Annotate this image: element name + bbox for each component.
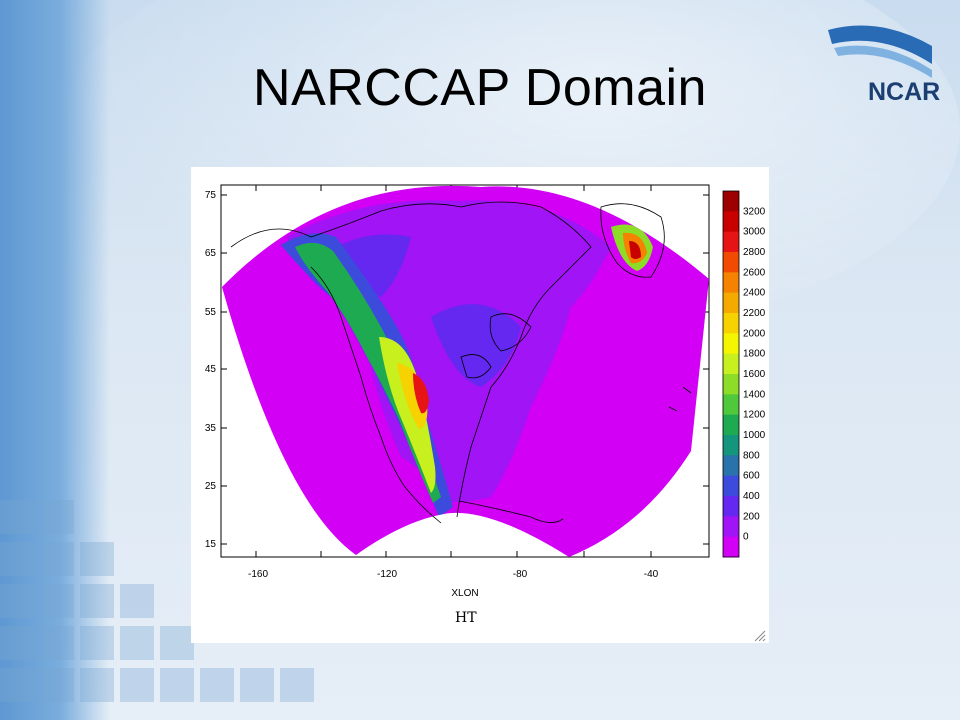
tile [40,668,74,702]
colorbar: 3200300028002600240022002000180016001400… [722,190,766,558]
y-tick-label: 75 [205,190,217,201]
colorbar-swatch [723,374,739,395]
tile [120,668,154,702]
colorbar-label: 3000 [743,227,766,238]
colorbar-label: 1000 [743,430,766,441]
tile [160,668,194,702]
x-tick-label: -160 [248,569,268,580]
colorbar-label: 200 [743,511,760,522]
tile [0,584,34,618]
colorbar-label: 2800 [743,247,766,258]
tile [280,668,314,702]
colorbar-swatch [723,414,739,436]
tile [40,626,74,660]
colorbar-label: 1200 [743,410,766,421]
elevation-map: -160 -120 -80 -40 75 65 55 45 35 25 15 X… [205,184,766,642]
colorbar-swatch [723,536,739,558]
colorbar-label: 600 [743,471,760,482]
y-tick-label: 55 [205,307,217,318]
tile [240,668,274,702]
x-tick-label: -80 [513,569,528,580]
colorbar-swatch [723,394,739,416]
y-tick-label: 65 [205,248,217,259]
colorbar-swatch [723,333,739,355]
map-figure: -160 -120 -80 -40 75 65 55 45 35 25 15 X… [191,167,769,643]
colorbar-label: 1400 [743,389,766,400]
tile [80,584,114,618]
colorbar-label: 1600 [743,369,766,380]
colorbar-swatch [723,191,739,212]
tile [0,626,34,660]
y-tick-label: 45 [205,364,217,375]
tile [40,542,74,576]
resize-grip-icon [754,630,766,642]
colorbar-swatch [723,211,739,233]
colorbar-swatch [723,231,739,253]
slide-background: NARCCAP Domain NCAR -160 -120 -80 -40 75… [0,0,960,720]
tile [80,542,114,576]
colorbar-label: 2000 [743,328,766,339]
colorbar-label: 2400 [743,288,766,299]
colorbar-label: 400 [743,491,760,502]
colorbar-swatch [723,292,739,314]
tile [80,626,114,660]
tile [120,584,154,618]
x-tick-label: -40 [644,569,659,580]
y-tick-label: 25 [205,481,217,492]
tile [80,668,114,702]
x-axis-label: XLON [451,588,478,599]
y-tick-label: 15 [205,539,217,550]
tile [40,500,74,534]
colorbar-label: 1800 [743,349,766,360]
colorbar-label: 2600 [743,267,766,278]
colorbar-swatch [723,272,739,294]
tile [0,500,34,534]
ncar-logo-text: NCAR [868,78,941,106]
colorbar-swatch [723,516,739,538]
tile [120,626,154,660]
tile [0,542,34,576]
colorbar-label: 2200 [743,308,766,319]
tile [0,668,34,702]
colorbar-label: 0 [743,532,749,543]
colorbar-swatch [723,435,739,456]
colorbar-swatch [723,252,739,273]
colorbar-label: 800 [743,450,760,461]
colorbar-swatch [723,475,739,497]
colorbar-swatch [723,353,739,375]
tile [40,584,74,618]
variable-label: HT [455,610,477,626]
x-tick-label: -120 [377,569,397,580]
slide-title: NARCCAP Domain [253,59,707,117]
colorbar-swatch [723,455,739,477]
colorbar-label: 3200 [743,206,766,217]
colorbar-swatch [723,496,739,517]
colorbar-swatch [723,313,739,334]
tile [200,668,234,702]
y-tick-label: 35 [205,423,217,434]
tile [160,626,194,660]
